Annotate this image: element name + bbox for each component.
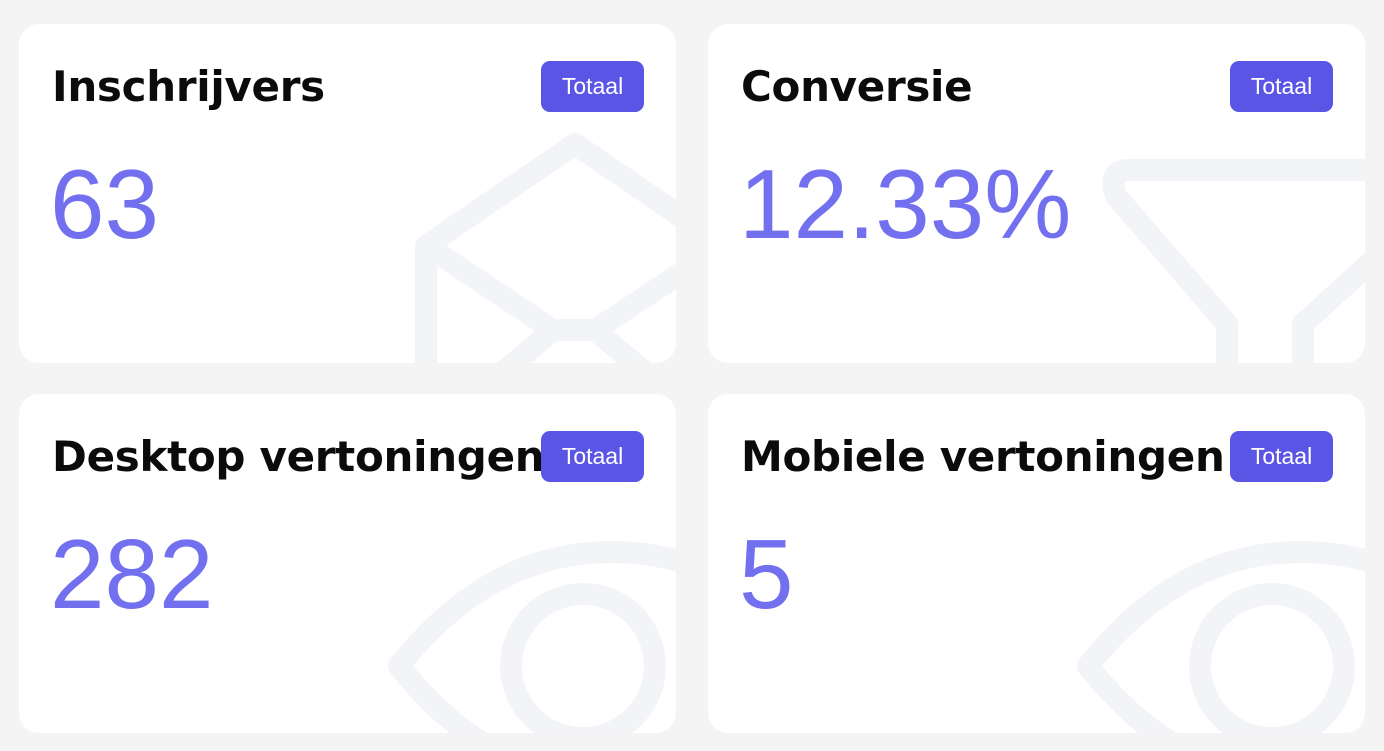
stat-card-conversie: Conversie Totaal 12.33% [708,24,1365,363]
totaal-badge-button[interactable]: Totaal [1230,61,1333,112]
metric-value: 12.33% [739,149,1072,259]
stat-card-desktop-vertoningen: Desktop vertoningen Totaal 282 [19,394,676,733]
card-title: Conversie [741,62,973,111]
stat-card-mobiele-vertoningen: Mobiele vertoningen Totaal 5 [708,394,1365,733]
card-title: Inschrijvers [52,62,325,111]
card-title: Desktop vertoningen [52,432,545,481]
metric-value: 282 [50,519,214,629]
card-title: Mobiele vertoningen [741,432,1225,481]
totaal-badge-button[interactable]: Totaal [541,431,644,482]
metric-value: 5 [739,519,794,629]
totaal-badge-button[interactable]: Totaal [1230,431,1333,482]
metric-value: 63 [50,149,160,259]
stat-card-inschrijvers: Inschrijvers Totaal 63 [19,24,676,363]
totaal-badge-button[interactable]: Totaal [541,61,644,112]
